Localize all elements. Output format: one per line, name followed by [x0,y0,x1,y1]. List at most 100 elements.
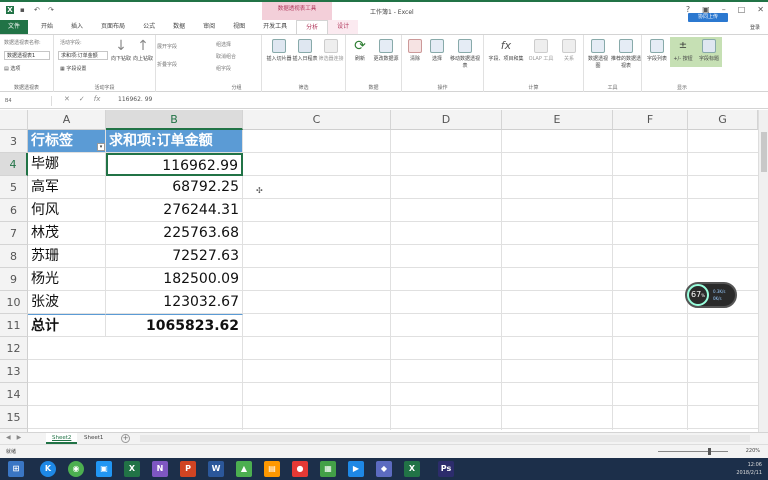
tab-page-layout[interactable]: 页面布局 [92,20,134,34]
name-box[interactable]: B4 [2,96,52,106]
column-header[interactable]: B [106,110,243,130]
pivot-grand-total-value[interactable]: 1065823.62 [106,314,243,337]
row-header[interactable]: 4 [0,153,28,176]
tab-design[interactable]: 设计 [328,20,359,34]
row-header[interactable]: 5 [0,176,28,199]
maximize-icon[interactable]: □ [738,5,746,14]
formula-input[interactable]: 116962. 99 [118,96,152,103]
tab-review[interactable]: 审阅 [194,20,224,34]
fields-items-button[interactable]: fx 字段、项目和集 [488,39,524,62]
tab-file[interactable]: 文件 [0,20,29,34]
browser-icon[interactable]: K [40,461,56,477]
undo-icon[interactable]: ↶ [34,6,42,14]
pivot-value-header[interactable]: 求和项:订单金额 [106,130,243,153]
enter-icon[interactable]: ✓ [79,95,85,103]
row-header[interactable]: 12 [0,337,28,360]
pivot-value-cell[interactable]: 225763.68 [106,222,243,245]
options-button[interactable]: ▤ 选项 [4,65,20,72]
minimize-icon[interactable]: – [722,5,726,14]
network-speed-widget[interactable]: 67% 0.3K/s 0K/s [685,282,737,308]
pivot-value-cell[interactable]: 123032.67 [106,291,243,314]
buttons-toggle[interactable]: ± +/- 按钮 [670,37,696,67]
pivot-chart-button[interactable]: 数据透视图 [586,39,610,69]
column-header[interactable]: A [28,110,106,130]
change-source-button[interactable]: 更改数据源 [372,39,400,62]
vertical-scrollbar[interactable] [758,110,768,432]
horizontal-scrollbar[interactable] [140,435,750,442]
tab-data[interactable]: 数据 [164,20,194,34]
ribbon-display-icon[interactable]: ▣ [702,5,710,14]
tab-formulas[interactable]: 公式 [134,20,164,34]
group-field-button[interactable]: 组字段 [216,65,231,72]
insert-function-icon[interactable]: fx [94,95,101,103]
row-header[interactable]: 8 [0,245,28,268]
group-selection-button[interactable]: 组选择 [216,41,231,48]
field-settings-button[interactable]: ▦ 字段设置 [60,65,86,72]
pivot-row-labels-header[interactable]: 行标签 [28,130,106,153]
row-header[interactable]: 15 [0,406,28,429]
pivot-row-label[interactable]: 何风 [28,199,106,222]
row-header[interactable]: 10 [0,291,28,314]
clear-button[interactable]: 清除 [404,39,426,62]
tab-developer[interactable]: 开发工具 [254,20,296,34]
row-header[interactable]: 7 [0,222,28,245]
login-link[interactable]: 登录 [750,24,760,31]
pivot-value-cell[interactable]: 276244.31 [106,199,243,222]
column-header[interactable]: F [613,110,688,130]
move-pivot-button[interactable]: 移动数据透视表 [448,39,482,69]
filter-connections-button[interactable]: 筛选器连接 [318,39,344,62]
pivot-name-input[interactable]: 数据透视表1 [4,51,50,60]
row-header[interactable]: 11 [0,314,28,337]
close-icon[interactable]: ✕ [757,5,764,14]
select-all-corner[interactable] [0,110,28,130]
pivot-grand-total-label[interactable]: 总计 [28,314,106,337]
tab-home[interactable]: 开始 [32,20,62,34]
pivot-row-label[interactable]: 苏珊 [28,245,106,268]
help-icon[interactable]: ? [686,5,690,14]
app-icon-6[interactable]: ▶ [348,461,364,477]
row-header[interactable]: 3 [0,130,28,153]
pivot-row-label[interactable]: 张波 [28,291,106,314]
start-icon[interactable]: ⊞ [8,461,24,477]
field-list-button[interactable]: 字段列表 [644,39,670,62]
pivot-row-label[interactable]: 杨光 [28,268,106,291]
next-sheet-icon[interactable]: ▶ [17,434,22,441]
app-icon-3[interactable]: ▤ [264,461,280,477]
scroll-thumb[interactable] [761,132,767,172]
prev-sheet-icon[interactable]: ◀ [6,434,11,441]
zoom-slider[interactable] [658,448,728,455]
app-icon-4[interactable]: ● [292,461,308,477]
pivot-value-cell[interactable]: 116962.99 [106,153,243,176]
sheet-tab-sheet2[interactable]: Sheet2 [46,433,78,444]
row-filter-dropdown-icon[interactable]: ▾ [97,143,105,151]
relationships-button[interactable]: 关系 [556,39,582,62]
onenote-icon[interactable]: N [152,461,168,477]
excel-taskbar-icon[interactable]: X [124,461,140,477]
pivot-value-cell[interactable]: 68792.25 [106,176,243,199]
olap-tools-button[interactable]: OLAP 工具 [526,39,556,62]
excel-taskbar-icon-2[interactable]: X [404,461,420,477]
column-header[interactable]: D [391,110,502,130]
refresh-button[interactable]: ⟳ 刷新 [348,39,372,62]
recommended-pivot-button[interactable]: 推荐的数据透视表 [610,39,642,69]
active-field-input[interactable]: 求和项:订单金额 [58,51,108,60]
powerpoint-icon[interactable]: P [180,461,196,477]
drill-up-button[interactable]: ↑ 向上钻取 [132,39,154,62]
row-header[interactable]: 14 [0,383,28,406]
column-header[interactable]: C [243,110,391,130]
word-icon[interactable]: W [208,461,224,477]
pivot-row-label[interactable]: 高军 [28,176,106,199]
column-header[interactable]: G [688,110,758,130]
cancel-icon[interactable]: ✕ [64,95,70,103]
row-header[interactable]: 6 [0,199,28,222]
zoom-thumb[interactable] [708,448,711,455]
pivot-value-cell[interactable]: 182500.09 [106,268,243,291]
tab-analyze[interactable]: 分析 [296,20,329,34]
save-icon[interactable]: ▪ [20,6,28,14]
app-icon-2[interactable]: ▲ [236,461,252,477]
tab-view[interactable]: 视图 [224,20,254,34]
insert-timeline-button[interactable]: 插入日程表 [292,39,318,62]
tab-insert[interactable]: 插入 [62,20,92,34]
pivot-value-cell[interactable]: 72527.63 [106,245,243,268]
redo-icon[interactable]: ↷ [48,6,56,14]
